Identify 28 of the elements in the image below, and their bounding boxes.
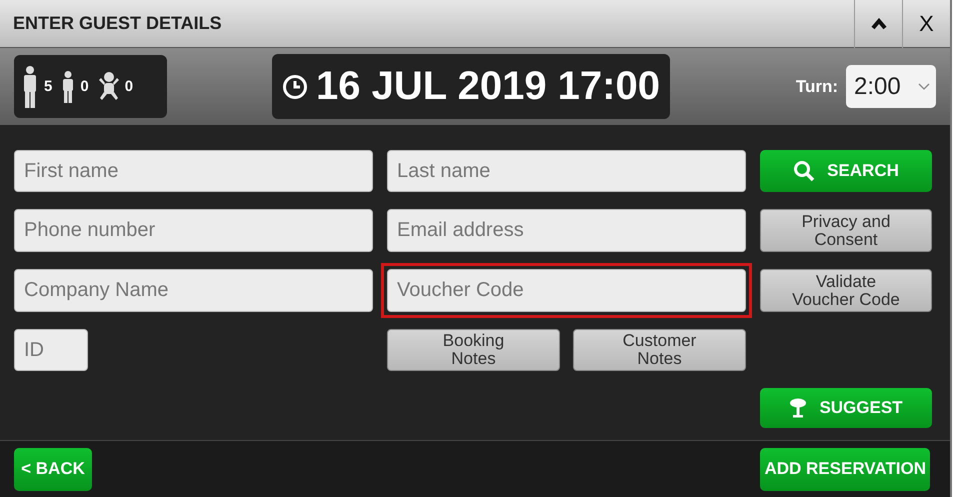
- child-icon: [62, 70, 74, 102]
- search-icon: [793, 160, 816, 182]
- lamp-icon: [789, 398, 808, 418]
- guest-count: 0: [124, 78, 134, 95]
- adult-icon: [22, 66, 38, 108]
- window-title: ENTER GUEST DETAILS: [12, 13, 223, 34]
- date-panel[interactable]: 16 JUL 2019 17:00: [272, 54, 670, 119]
- company-field[interactable]: Company Name: [14, 269, 373, 312]
- turn-label: Turn:: [796, 76, 838, 96]
- booking-notes-button[interactable]: Booking Notes: [387, 329, 560, 371]
- baby-icon: [98, 72, 119, 102]
- guest-count: 0: [80, 78, 89, 95]
- phone-field[interactable]: Phone number: [14, 209, 373, 252]
- voucher-field[interactable]: Voucher Code: [387, 269, 746, 312]
- chevron-down-icon: [918, 82, 930, 90]
- guest-count: 5: [44, 78, 52, 95]
- turn-select[interactable]: 2:00: [846, 65, 936, 108]
- customer-notes-button[interactable]: Customer Notes: [573, 329, 746, 371]
- clock-icon: [282, 74, 308, 100]
- chevron-up-icon: [870, 18, 886, 30]
- privacy-button[interactable]: Privacy and Consent: [760, 209, 932, 252]
- date-time: 16 JUL 2019 17:00: [316, 64, 660, 109]
- party-size-panel[interactable]: 5 0 0: [14, 55, 167, 118]
- last-name-field[interactable]: Last name: [387, 150, 746, 192]
- id-field[interactable]: ID: [14, 329, 88, 371]
- validate-button[interactable]: Validate Voucher Code: [760, 269, 932, 312]
- first-name-field[interactable]: First name: [14, 150, 373, 192]
- email-field[interactable]: Email address: [387, 209, 746, 252]
